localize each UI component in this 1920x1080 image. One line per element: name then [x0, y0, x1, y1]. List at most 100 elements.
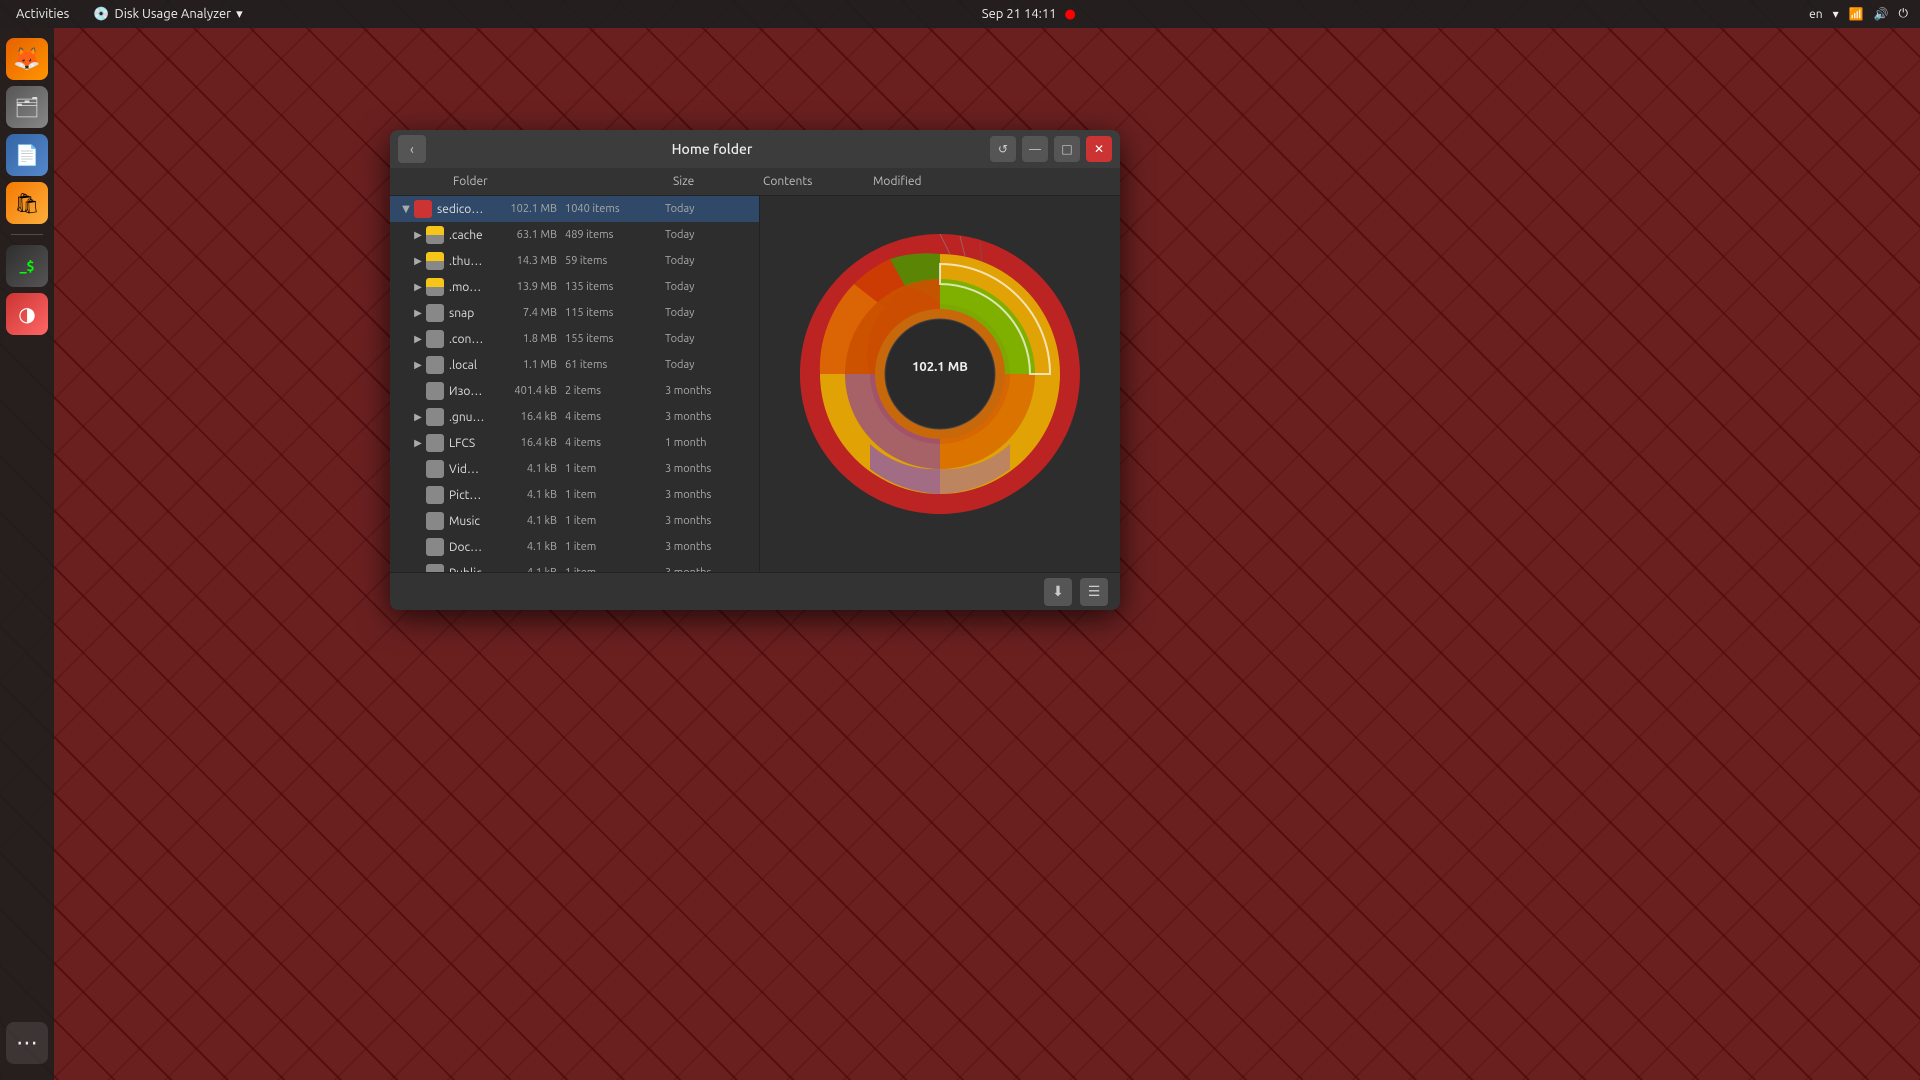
table-row[interactable]: ▼ sedicomm-university102.1 MB1040 itemsTo… — [390, 196, 759, 222]
folder-name: sedicomm-university — [437, 203, 485, 216]
lang-arrow: ▾ — [1833, 7, 1839, 21]
folder-contents: 4 items — [565, 411, 665, 423]
expand-arrow[interactable]: ▶ — [410, 255, 426, 267]
folder-contents: 61 items — [565, 359, 665, 371]
folder-modified: 3 months — [665, 515, 755, 527]
folder-modified: 1 month — [665, 437, 755, 449]
table-row[interactable]: ▶.cache63.1 MB489 itemsToday — [390, 222, 759, 248]
folder-size: 4.1 kB — [485, 515, 565, 527]
close-button[interactable]: ✕ — [1086, 136, 1112, 162]
folder-contents: 1040 items — [565, 203, 665, 215]
folder-size: 14.3 MB — [485, 255, 565, 267]
folder-modified: 3 months — [665, 385, 755, 397]
expand-arrow[interactable]: ▶ — [410, 333, 426, 345]
folder-name: Изображения — [449, 385, 485, 398]
column-headers: Folder Size Contents Modified — [390, 168, 1120, 196]
chevron-down-icon: ▾ — [236, 7, 243, 22]
network-icon: 📶 — [1849, 7, 1864, 21]
folder-name: .mozilla — [449, 281, 485, 294]
table-row[interactable]: ▶.local1.1 MB61 itemsToday — [390, 352, 759, 378]
expand-arrow[interactable]: ▶ — [410, 359, 426, 371]
expand-arrow[interactable]: ▶ — [410, 437, 426, 449]
folder-contents: 2 items — [565, 385, 665, 397]
folder-icon — [426, 564, 444, 572]
table-row[interactable]: Music4.1 kB1 item3 months — [390, 508, 759, 534]
folder-modified: 3 months — [665, 411, 755, 423]
folder-size: 13.9 MB — [485, 281, 565, 293]
maximize-button[interactable]: □ — [1054, 136, 1080, 162]
folder-icon — [426, 434, 444, 452]
expand-arrow[interactable]: ▼ — [398, 203, 414, 215]
table-row[interactable]: ▶LFCS16.4 kB4 items1 month — [390, 430, 759, 456]
col-header-folder: Folder — [453, 175, 673, 188]
activities-button[interactable]: Activities — [10, 5, 75, 23]
show-apps-button[interactable]: ⋯ — [6, 1022, 48, 1064]
table-row[interactable]: ▶.config1.8 MB155 itemsToday — [390, 326, 759, 352]
back-button[interactable]: ‹ — [398, 135, 426, 163]
col-header-modified: Modified — [873, 175, 973, 188]
table-row[interactable]: ▶ .thunderbird14.3 MB59 itemsToday — [390, 248, 759, 274]
table-row[interactable]: Public4.1 kB1 item3 months — [390, 560, 759, 572]
table-row[interactable]: ▶.gnupg16.4 kB4 items3 months — [390, 404, 759, 430]
folder-contents: 1 item — [565, 541, 665, 553]
folder-icon — [426, 278, 444, 296]
expand-arrow[interactable]: ▶ — [410, 307, 426, 319]
expand-arrow[interactable]: ▶ — [410, 229, 426, 241]
disk-chart: 102.1 MB — [770, 204, 1110, 564]
table-row[interactable]: Documents4.1 kB1 item3 months — [390, 534, 759, 560]
dock-icon-disk-analyzer[interactable]: ◑ — [6, 293, 48, 335]
datetime-label: Sep 21 14:11 — [982, 7, 1057, 21]
folder-name: Music — [449, 515, 485, 528]
folder-name: .thunderbird — [449, 255, 485, 268]
folder-modified: Today — [665, 333, 755, 345]
dock-icon-store[interactable]: 🛍 — [6, 182, 48, 224]
table-row[interactable]: ▶snap7.4 MB115 itemsToday — [390, 300, 759, 326]
list-view-button[interactable]: ☰ — [1080, 578, 1108, 606]
folder-contents: 115 items — [565, 307, 665, 319]
folder-contents: 1 item — [565, 489, 665, 501]
folder-size: 401.4 kB — [485, 385, 565, 397]
folder-modified: Today — [665, 255, 755, 267]
folder-modified: 3 months — [665, 489, 755, 501]
recording-indicator: ● — [1065, 7, 1076, 22]
table-row[interactable]: Videos4.1 kB1 item3 months — [390, 456, 759, 482]
bottom-bar: ⬇ ☰ — [390, 572, 1120, 610]
folder-size: 16.4 kB — [485, 411, 565, 423]
folder-contents: 59 items — [565, 255, 665, 267]
expand-arrow[interactable]: ▶ — [410, 281, 426, 293]
dock-icon-files[interactable]: 🗂 — [6, 86, 48, 128]
folder-name: LFCS — [449, 437, 485, 450]
table-row[interactable]: ▶.mozilla13.9 MB135 itemsToday — [390, 274, 759, 300]
folder-size: 7.4 MB — [485, 307, 565, 319]
folder-contents: 155 items — [565, 333, 665, 345]
table-row[interactable]: Pictures4.1 kB1 item3 months — [390, 482, 759, 508]
table-row[interactable]: Изображения401.4 kB2 items3 months — [390, 378, 759, 404]
folder-size: 1.1 MB — [485, 359, 565, 371]
folder-contents: 4 items — [565, 437, 665, 449]
app-indicator[interactable]: 💿 Disk Usage Analyzer ▾ — [87, 5, 248, 24]
folder-modified: Today — [665, 203, 755, 215]
folder-size: 4.1 kB — [485, 541, 565, 553]
folder-name: Pictures — [449, 489, 485, 502]
power-icon: ⏻ — [1899, 7, 1909, 21]
folder-modified: 3 months — [665, 463, 755, 475]
refresh-button[interactable]: ↺ — [990, 136, 1016, 162]
folder-name: .cache — [449, 229, 485, 242]
dock-icon-terminal[interactable]: _$ — [6, 245, 48, 287]
download-icon: ⬇ — [1052, 583, 1064, 600]
expand-arrow[interactable]: ▶ — [410, 411, 426, 423]
minimize-button[interactable]: — — [1022, 136, 1048, 162]
folder-icon — [414, 200, 432, 218]
dock-icon-firefox[interactable]: 🦊 — [6, 38, 48, 80]
dock-icon-text-editor[interactable]: 📄 — [6, 134, 48, 176]
folder-icon — [426, 538, 444, 556]
folder-size: 4.1 kB — [485, 489, 565, 501]
lang-label[interactable]: en — [1809, 8, 1822, 21]
download-view-button[interactable]: ⬇ — [1044, 578, 1072, 606]
chart-area: 102.1 MB — [760, 196, 1120, 572]
folder-icon — [426, 486, 444, 504]
main-window: ‹ Home folder ↺ — □ ✕ Folder Size Conten… — [390, 130, 1120, 610]
folder-size: 102.1 MB — [485, 203, 565, 215]
list-icon: ☰ — [1088, 583, 1101, 600]
folder-name: Documents — [449, 541, 485, 554]
